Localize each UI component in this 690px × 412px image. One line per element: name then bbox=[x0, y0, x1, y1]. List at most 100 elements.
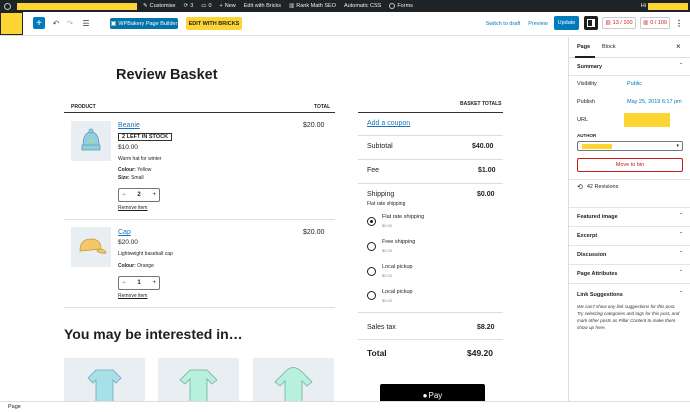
tab-block[interactable]: Block bbox=[602, 44, 615, 50]
excerpt-panel[interactable]: Excerpt ˇ bbox=[569, 227, 690, 246]
product-column-header: PRODUCT bbox=[71, 104, 96, 110]
seo-score-badge[interactable]: ▥ 13 / 100 bbox=[602, 17, 636, 29]
divider bbox=[358, 112, 503, 113]
shipping-option-radio[interactable] bbox=[367, 242, 376, 251]
shipping-option-label[interactable]: Local pickup bbox=[382, 289, 413, 295]
remove-item-link[interactable]: Remove item bbox=[118, 205, 147, 211]
line-total: $20.00 bbox=[303, 122, 325, 129]
readability-score-badge[interactable]: ▥ 0 / 100 bbox=[640, 17, 670, 29]
page-attributes-panel[interactable]: Page Attributes ˇ bbox=[569, 265, 690, 284]
related-product-image[interactable] bbox=[158, 358, 239, 401]
line-total: $20.00 bbox=[303, 229, 325, 236]
rank-math-link[interactable]: ▥ Rank Math SEO bbox=[289, 3, 336, 9]
shipping-option-price: $0.00 bbox=[382, 273, 393, 278]
switch-draft-button[interactable]: Switch to draft bbox=[484, 18, 522, 29]
plus-icon[interactable]: + bbox=[152, 280, 156, 286]
tax-label: Sales tax bbox=[367, 324, 396, 331]
add-block-button[interactable]: + bbox=[33, 17, 45, 29]
chevron-down-icon: ˇ bbox=[680, 271, 682, 277]
wpbakery-button[interactable]: ▣ WPBakery Page Builder bbox=[110, 18, 178, 29]
product-attribute: Colour: Orange bbox=[118, 263, 154, 269]
tax-value: $8.20 bbox=[477, 324, 495, 331]
divider bbox=[358, 339, 503, 340]
discussion-panel[interactable]: Discussion ˇ bbox=[569, 246, 690, 265]
featured-image-panel[interactable]: Featured image ˇ bbox=[569, 208, 690, 227]
shipping-option-radio[interactable] bbox=[367, 291, 376, 300]
site-name-redacted[interactable] bbox=[17, 2, 137, 10]
chevron-down-icon: ˇ bbox=[680, 233, 682, 239]
product-price: $20.00 bbox=[118, 239, 138, 246]
shipping-option-label[interactable]: Free shipping bbox=[382, 239, 415, 245]
shipping-option-label[interactable]: Flat rate shipping bbox=[382, 214, 424, 220]
url-value-redacted[interactable] bbox=[624, 113, 670, 127]
quantity-value[interactable]: 1 bbox=[137, 280, 140, 286]
plus-icon[interactable]: + bbox=[152, 192, 156, 198]
edit-bricks-button[interactable]: EDIT WITH BRICKS bbox=[186, 17, 242, 30]
related-product-image[interactable] bbox=[253, 358, 334, 401]
revisions-link[interactable]: ⟲ 42 Revisions bbox=[577, 183, 618, 191]
customise-link[interactable]: ✎ Customise bbox=[143, 3, 176, 9]
apple-pay-button[interactable]: ● Pay bbox=[380, 384, 485, 401]
redo-icon[interactable]: ↷ bbox=[64, 17, 76, 29]
update-button[interactable]: Update bbox=[554, 16, 579, 30]
minus-icon[interactable]: − bbox=[122, 192, 126, 198]
minus-icon[interactable]: − bbox=[122, 280, 126, 286]
fee-value: $1.00 bbox=[478, 167, 496, 174]
brush-icon: ✎ bbox=[143, 3, 148, 9]
close-icon[interactable]: × bbox=[676, 42, 681, 51]
options-menu-icon[interactable]: ⋮ bbox=[673, 17, 685, 29]
undo-icon[interactable]: ↶ bbox=[50, 17, 62, 29]
updates-link[interactable]: ⟳ 3 bbox=[184, 3, 194, 9]
wpbakery-icon: ▣ bbox=[110, 21, 117, 27]
related-product-image[interactable] bbox=[64, 358, 145, 401]
related-heading: You may be interested in… bbox=[64, 326, 243, 342]
visibility-value[interactable]: Public bbox=[627, 81, 642, 87]
wordpress-icon[interactable] bbox=[4, 2, 11, 10]
divider bbox=[358, 159, 503, 160]
remove-item-link[interactable]: Remove item bbox=[118, 293, 147, 299]
product-name-link[interactable]: Cap bbox=[118, 229, 131, 236]
edit-bricks-link[interactable]: Edit with Bricks bbox=[244, 3, 281, 9]
chevron-up-icon: ˆ bbox=[680, 63, 682, 70]
publish-label: Publish bbox=[577, 99, 596, 105]
account-menu[interactable]: Hi bbox=[641, 2, 688, 10]
product-attribute: Size: Small bbox=[118, 175, 144, 181]
chevron-up-icon: ˆ bbox=[680, 292, 682, 298]
preview-button[interactable]: Preview bbox=[526, 18, 550, 29]
comment-icon: ▭ bbox=[201, 3, 207, 9]
quantity-stepper[interactable]: − 2 + bbox=[118, 188, 160, 202]
chevron-down-icon: ˇ bbox=[680, 252, 682, 258]
summary-panel-header[interactable]: Summary ˆ bbox=[569, 58, 690, 76]
forms-icon bbox=[389, 3, 396, 9]
product-attribute: Colour: Yellow bbox=[118, 167, 152, 173]
forms-link[interactable]: Forms bbox=[389, 3, 413, 9]
list-view-icon[interactable]: ☰ bbox=[80, 17, 92, 29]
tab-page[interactable]: Page bbox=[577, 44, 590, 50]
new-link[interactable]: + New bbox=[220, 3, 236, 9]
quantity-stepper[interactable]: − 1 + bbox=[118, 276, 160, 290]
stock-badge: 2 LEFT IN STOCK bbox=[118, 133, 173, 141]
publish-value[interactable]: May 25, 2019 6:17 pm bbox=[627, 99, 682, 105]
link-suggestions-panel[interactable]: Link Suggestions ˆ bbox=[569, 287, 690, 303]
move-to-bin-button[interactable]: Move to bin bbox=[577, 158, 683, 172]
site-logo[interactable] bbox=[0, 12, 23, 35]
product-name-link[interactable]: Beanie bbox=[118, 122, 140, 129]
automatic-css-link[interactable]: Automatic CSS bbox=[344, 3, 381, 9]
page-title[interactable]: Review Basket bbox=[116, 67, 218, 83]
settings-toggle-icon[interactable] bbox=[584, 16, 598, 30]
shipping-option-radio[interactable] bbox=[367, 217, 376, 226]
divider bbox=[569, 179, 690, 180]
author-select[interactable]: ▾ bbox=[577, 141, 683, 151]
add-coupon-link[interactable]: Add a coupon bbox=[367, 120, 410, 127]
product-description: Warm hat for winter bbox=[118, 156, 162, 162]
shipping-method: Flat rate shipping bbox=[367, 201, 406, 207]
footer-breadcrumb[interactable]: Page bbox=[0, 401, 690, 412]
subtotal-label: Subtotal bbox=[367, 143, 393, 150]
cap-image[interactable] bbox=[71, 227, 111, 267]
comments-link[interactable]: ▭ 0 bbox=[201, 3, 211, 9]
shipping-option-label[interactable]: Local pickup bbox=[382, 264, 413, 270]
refresh-icon: ⟳ bbox=[183, 3, 189, 9]
beanie-image[interactable] bbox=[71, 121, 111, 161]
shipping-option-radio[interactable] bbox=[367, 267, 376, 276]
quantity-value[interactable]: 2 bbox=[137, 192, 140, 198]
